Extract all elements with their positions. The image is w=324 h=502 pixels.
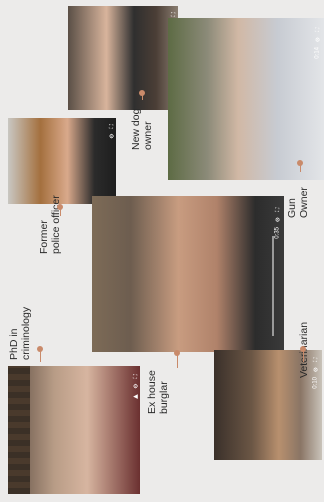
video-controls: ▶ ⚙ ⛶ bbox=[132, 372, 139, 400]
video-card-burglar[interactable]: 0:35 ⚙ ⛶ bbox=[92, 196, 284, 352]
video-time: 0:35 bbox=[274, 227, 281, 239]
fullscreen-icon[interactable]: ⛶ bbox=[312, 356, 319, 362]
pointer-dot-police bbox=[57, 204, 63, 210]
fullscreen-icon[interactable]: ⛶ bbox=[314, 26, 321, 32]
label-burglar: Ex house burglar bbox=[146, 370, 171, 414]
fullscreen-icon[interactable]: ⛶ bbox=[108, 122, 115, 128]
fullscreen-icon[interactable]: ⛶ bbox=[274, 206, 281, 212]
person-photo-burglar bbox=[92, 196, 284, 352]
pointer-dot-dog bbox=[139, 90, 145, 96]
gear-icon[interactable]: ⚙ bbox=[314, 36, 321, 43]
video-card-phd[interactable]: ▶ ⚙ ⛶ bbox=[8, 366, 140, 494]
fullscreen-icon[interactable]: ⛶ bbox=[170, 10, 177, 16]
gear-icon[interactable]: ⚙ bbox=[132, 382, 139, 389]
video-card-police[interactable]: ⚙ ⛶ bbox=[8, 118, 116, 204]
gear-icon[interactable]: ⚙ bbox=[274, 216, 281, 223]
progress-bar[interactable] bbox=[272, 236, 274, 336]
gear-icon[interactable]: ⚙ bbox=[312, 366, 319, 373]
fullscreen-icon[interactable]: ⛶ bbox=[132, 372, 139, 378]
video-card-dog[interactable]: ⚙ ⛶ bbox=[68, 6, 178, 110]
gear-icon[interactable]: ⚙ bbox=[108, 132, 115, 139]
label-phd: PhD in criminology bbox=[8, 306, 33, 360]
pointer-dot-vet bbox=[300, 346, 306, 352]
pointer-dot-gun bbox=[297, 160, 303, 166]
person-photo-dog bbox=[68, 6, 178, 110]
label-dog: New dog owner bbox=[130, 108, 155, 150]
video-time: 0:10 bbox=[312, 377, 319, 389]
video-time: 0:14 bbox=[314, 47, 321, 59]
label-gun: Gun Owner bbox=[286, 187, 311, 218]
video-card-gun[interactable]: 0:14 ⚙ ⛶ bbox=[168, 18, 324, 180]
pointer-dot-burglar bbox=[174, 350, 180, 356]
person-photo-gun bbox=[168, 18, 324, 180]
play-icon[interactable]: ▶ bbox=[132, 393, 139, 400]
person-photo-police bbox=[8, 118, 116, 204]
pointer-dot-phd bbox=[37, 346, 43, 352]
